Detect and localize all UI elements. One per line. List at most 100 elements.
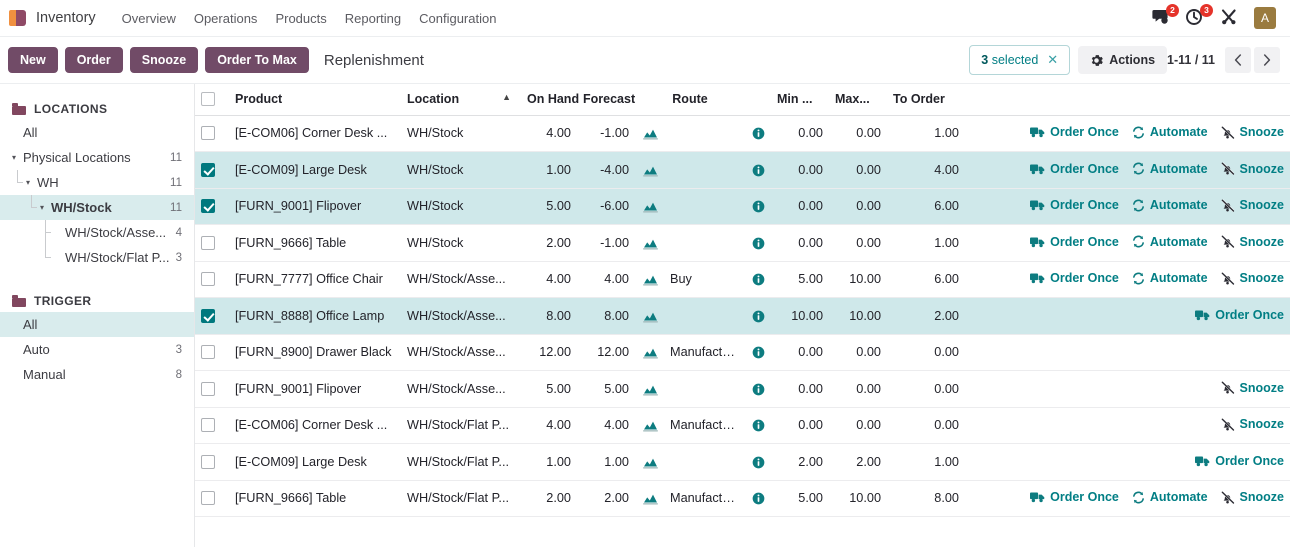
sidebar-item-physical-locations[interactable]: ▾ Physical Locations 11 (0, 145, 194, 170)
row-checkbox[interactable] (201, 345, 215, 360)
cell-info[interactable] (745, 261, 771, 298)
clear-selection-icon[interactable]: ✕ (1047, 52, 1058, 68)
column-header-to-order[interactable]: To Order (887, 84, 965, 116)
snooze-action[interactable]: Snooze (1221, 490, 1284, 504)
row-checkbox[interactable] (201, 454, 215, 469)
app-name[interactable]: Inventory (36, 10, 96, 26)
activities-button[interactable]: 3 (1186, 4, 1213, 28)
sidebar-item-wh-stock-flat-pack[interactable]: WH/Stock/Flat P... 3 (0, 233, 194, 270)
column-header-product[interactable]: Product (229, 84, 401, 116)
menu-reporting[interactable]: Reporting (336, 6, 410, 31)
table-row[interactable]: [FURN_9001] Flipover WH/Stock/Asse... 5.00… (195, 370, 1290, 408)
column-header-max[interactable]: Max... (829, 84, 887, 116)
cell-info[interactable] (745, 188, 771, 225)
order-once-action[interactable]: Order Once (1030, 198, 1119, 212)
order-once-action[interactable]: Order Once (1195, 454, 1284, 468)
menu-overview[interactable]: Overview (113, 6, 185, 31)
sidebar-item-all-locations[interactable]: All (0, 120, 194, 145)
order-button[interactable]: Order (64, 47, 123, 73)
snooze-action[interactable]: Snooze (1221, 162, 1284, 176)
snooze-action[interactable]: Snooze (1221, 381, 1284, 395)
cell-info[interactable] (745, 407, 771, 444)
automate-action[interactable]: Automate (1132, 162, 1208, 176)
sidebar-item-trigger-auto[interactable]: Auto 3 (0, 337, 194, 362)
cell-info[interactable] (745, 224, 771, 262)
actions-button[interactable]: Actions (1078, 46, 1168, 74)
sidebar-item-wh-stock-assembly[interactable]: WH/Stock/Asse... 4 (0, 220, 194, 245)
row-checkbox[interactable] (201, 308, 215, 323)
row-checkbox[interactable] (201, 199, 215, 214)
row-select-cell[interactable] (195, 115, 229, 152)
row-select-cell[interactable] (195, 188, 229, 225)
select-all-checkbox[interactable] (201, 92, 215, 107)
menu-configuration[interactable]: Configuration (410, 6, 505, 31)
table-row[interactable]: [FURN_9666] Table WH/Stock 2.00 -1.00 0.00 0.… (195, 224, 1290, 262)
table-row[interactable]: [FURN_8900] Drawer Black WH/Stock/Asse...… (195, 334, 1290, 371)
table-row[interactable]: [FURN_7777] Office Chair WH/Stock/Asse...… (195, 261, 1290, 298)
row-checkbox[interactable] (201, 418, 215, 433)
order-once-action[interactable]: Order Once (1030, 490, 1119, 504)
pager-previous-button[interactable] (1225, 47, 1251, 73)
automate-action[interactable]: Automate (1132, 490, 1208, 504)
cell-info[interactable] (745, 480, 771, 517)
snooze-button[interactable]: Snooze (129, 47, 199, 73)
chevron-down-icon[interactable]: ▾ (40, 203, 51, 212)
automate-action[interactable]: Automate (1132, 271, 1208, 285)
table-row[interactable]: [FURN_9666] Table WH/Stock/Flat P... 2.00 2… (195, 480, 1290, 517)
column-header-forecast[interactable]: Forecast (577, 84, 635, 116)
automate-action[interactable]: Automate (1132, 125, 1208, 139)
table-row[interactable]: [E-COM09] Large Desk WH/Stock/Flat P... 1.… (195, 443, 1290, 481)
row-select-cell[interactable] (195, 151, 229, 189)
automate-action[interactable]: Automate (1132, 235, 1208, 249)
row-checkbox[interactable] (201, 491, 215, 506)
table-row[interactable]: [E-COM06] Corner Desk ... WH/Stock/Flat P… (195, 407, 1290, 444)
order-once-action[interactable]: Order Once (1030, 235, 1119, 249)
cell-info[interactable] (745, 334, 771, 371)
order-once-action[interactable]: Order Once (1030, 125, 1119, 139)
column-header-route[interactable]: Route (635, 84, 745, 116)
row-checkbox[interactable] (201, 162, 215, 177)
order-once-action[interactable]: Order Once (1030, 162, 1119, 176)
row-select-cell[interactable] (195, 224, 229, 262)
cell-info[interactable] (745, 370, 771, 408)
table-row[interactable]: [E-COM09] Large Desk WH/Stock 1.00 -4.00 0.0… (195, 151, 1290, 189)
cell-info[interactable] (745, 443, 771, 481)
order-once-action[interactable]: Order Once (1195, 308, 1284, 322)
snooze-action[interactable]: Snooze (1221, 235, 1284, 249)
menu-products[interactable]: Products (266, 6, 335, 31)
snooze-action[interactable]: Snooze (1221, 198, 1284, 212)
selection-pill[interactable]: 3 selected ✕ (969, 45, 1071, 75)
new-button[interactable]: New (8, 47, 58, 73)
snooze-action[interactable]: Snooze (1221, 271, 1284, 285)
user-avatar[interactable]: A (1254, 7, 1276, 29)
snooze-action[interactable]: Snooze (1221, 125, 1284, 139)
cell-info[interactable] (745, 151, 771, 189)
sidebar-item-wh[interactable]: ▾ WH 11 (0, 170, 194, 195)
chevron-down-icon[interactable]: ▾ (26, 178, 37, 187)
snooze-action[interactable]: Snooze (1221, 417, 1284, 431)
row-checkbox[interactable] (201, 381, 215, 396)
column-header-location[interactable]: ▲ Location (401, 84, 521, 116)
cell-info[interactable] (745, 115, 771, 152)
sidebar-item-trigger-manual[interactable]: Manual 8 (0, 362, 194, 387)
table-row[interactable]: [FURN_8888] Office Lamp WH/Stock/Asse... 8… (195, 297, 1290, 335)
menu-operations[interactable]: Operations (185, 6, 267, 31)
row-select-cell[interactable] (195, 261, 229, 298)
cell-info[interactable] (745, 297, 771, 335)
table-row[interactable]: [FURN_9001] Flipover WH/Stock 5.00 -6.00 0.0… (195, 188, 1290, 225)
table-row[interactable]: [E-COM06] Corner Desk ... WH/Stock 4.00 -1.… (195, 115, 1290, 152)
row-checkbox[interactable] (201, 126, 215, 141)
pager-next-button[interactable] (1254, 47, 1280, 73)
sidebar-item-trigger-all[interactable]: All (0, 312, 194, 337)
row-checkbox[interactable] (201, 272, 215, 287)
order-once-action[interactable]: Order Once (1030, 271, 1119, 285)
column-header-on-hand[interactable]: On Hand (521, 84, 579, 116)
order-to-max-button[interactable]: Order To Max (205, 47, 309, 73)
messages-button[interactable]: 2 (1152, 4, 1179, 28)
automate-action[interactable]: Automate (1132, 198, 1208, 212)
row-select-cell[interactable] (195, 480, 229, 517)
row-select-cell[interactable] (195, 443, 229, 481)
sidebar-item-wh-stock[interactable]: ▾ WH/Stock 11 (0, 195, 194, 220)
row-select-cell[interactable] (195, 297, 229, 335)
chevron-down-icon[interactable]: ▾ (12, 153, 23, 162)
